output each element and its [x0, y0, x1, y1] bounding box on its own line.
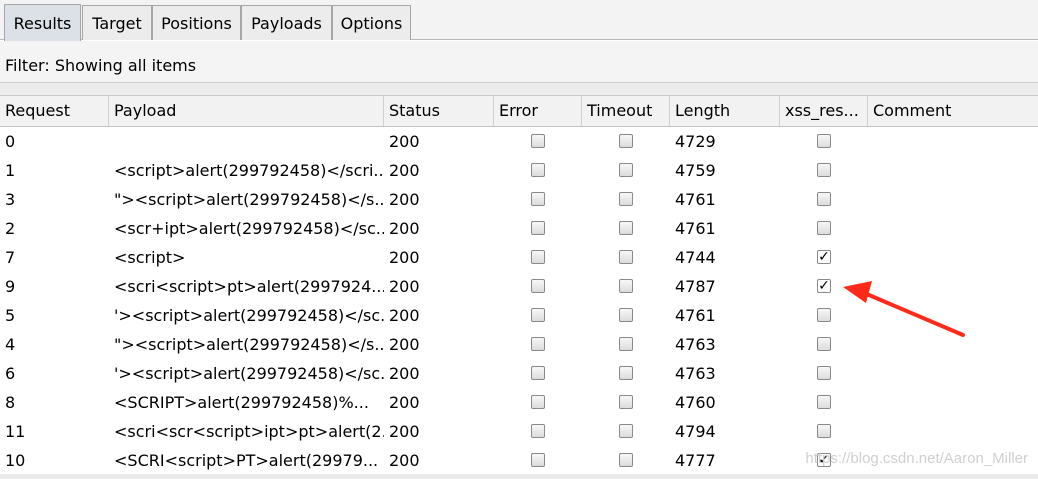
annotation-arrow-icon	[843, 281, 965, 337]
